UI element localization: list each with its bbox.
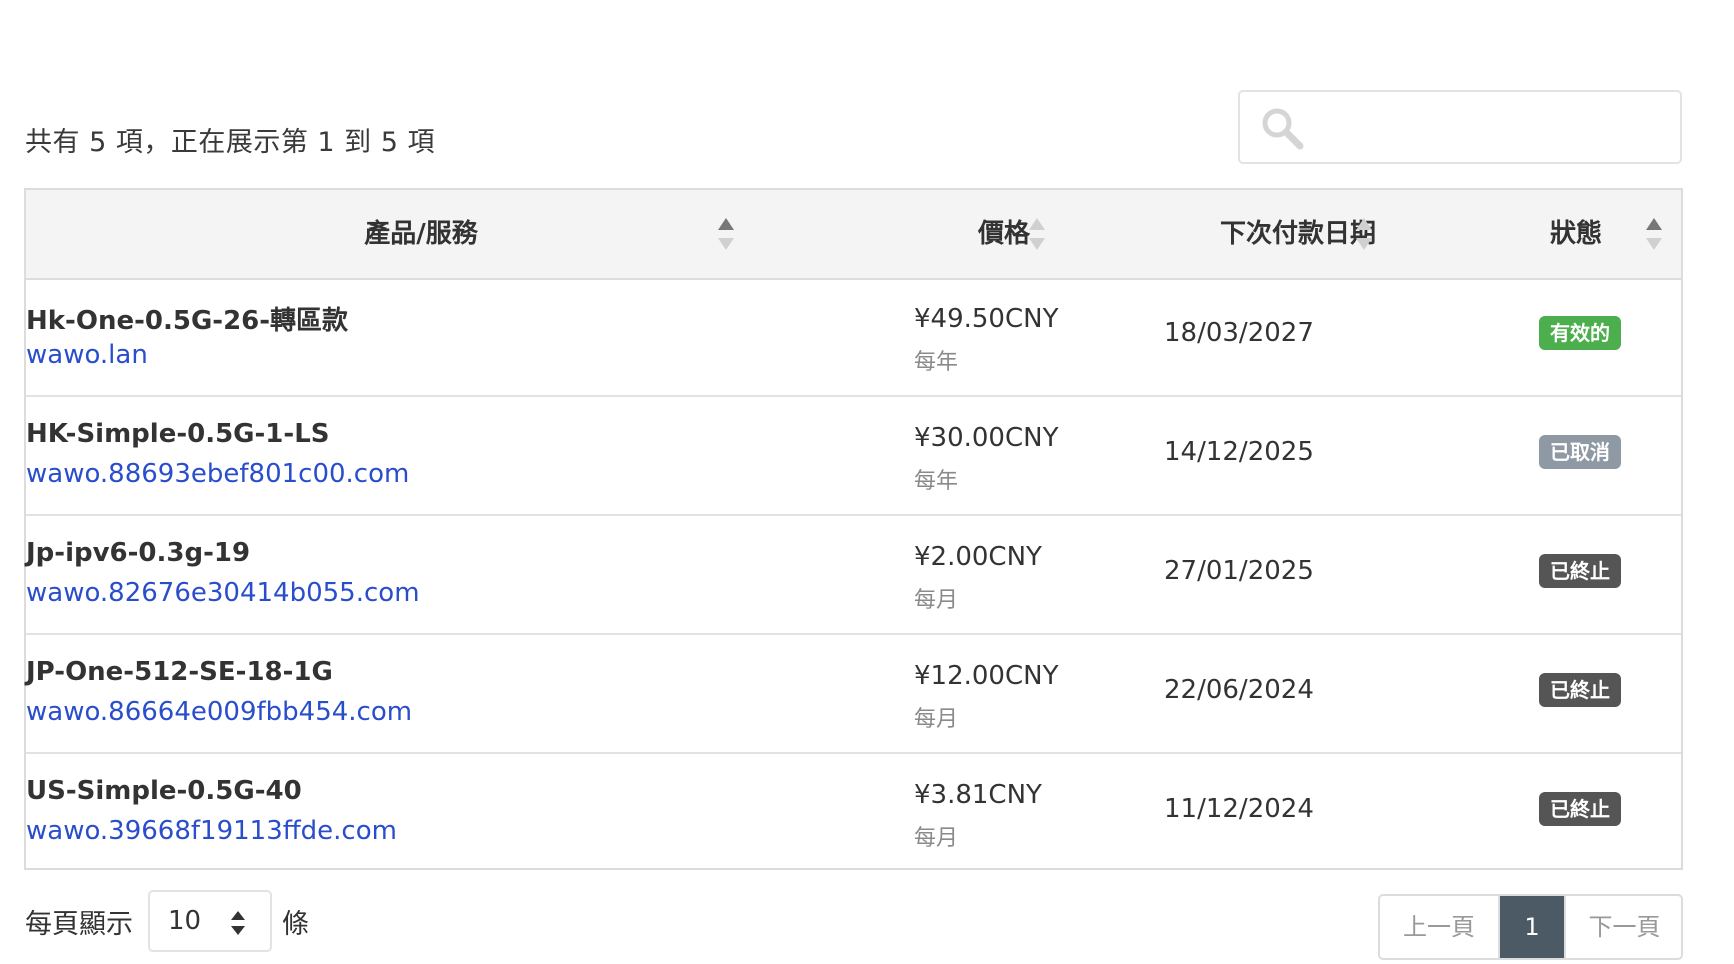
search-icon	[1262, 108, 1304, 150]
next-due-date: 18/03/2027	[1164, 318, 1314, 348]
status-cell: 有效的	[1506, 278, 1636, 395]
column-header-next-due[interactable]: 下次付款日期	[1178, 190, 1418, 278]
per-page-label: 每頁顯示	[25, 909, 133, 940]
table-header: 產品/服務 價格 下次付款日期 狀態	[26, 190, 1681, 280]
product-domain-link[interactable]: wawo.82676e30414b055.com	[26, 578, 914, 608]
price-amount: ¥2.00CNY	[914, 542, 1042, 572]
pagination: 上一頁 1 下一頁	[1378, 894, 1683, 960]
status-cell: 已終止	[1506, 754, 1636, 871]
next-due-date: 11/12/2024	[1164, 794, 1314, 824]
next-page-button[interactable]: 下一頁	[1564, 896, 1681, 958]
column-header-label: 產品/服務	[364, 219, 478, 249]
status-cell: 已終止	[1506, 635, 1636, 752]
per-page-select[interactable]: 10	[148, 890, 272, 952]
column-header-label: 狀態	[1549, 219, 1602, 249]
next-due-date: 27/01/2025	[1164, 556, 1314, 586]
product-name: HK-Simple-0.5G-1-LS	[26, 419, 330, 449]
updown-caret-icon	[231, 911, 245, 935]
column-header-price[interactable]: 價格	[914, 190, 1094, 278]
product-name: Jp-ipv6-0.3g-19	[26, 538, 251, 568]
billing-cycle: 每年	[914, 469, 959, 494]
product-domain-link[interactable]: wawo.86664e009fbb454.com	[26, 697, 914, 727]
sort-arrows-icon[interactable]	[716, 216, 736, 252]
status-badge: 已終止	[1539, 792, 1621, 826]
price-amount: ¥12.00CNY	[914, 661, 1059, 691]
services-table: 產品/服務 價格 下次付款日期 狀態 Hk-One-0.5G-26-轉區款 wa…	[24, 188, 1683, 870]
next-due-date: 14/12/2025	[1164, 437, 1314, 467]
price-amount: ¥30.00CNY	[914, 423, 1059, 453]
product-name: Hk-One-0.5G-26-轉區款	[26, 306, 349, 336]
sort-arrows-icon[interactable]	[1027, 216, 1047, 252]
price-amount: ¥49.50CNY	[914, 304, 1059, 334]
billing-cycle: 每月	[914, 588, 959, 613]
product-name: US-Simple-0.5G-40	[26, 776, 302, 806]
services-list-page: 共有 5 項，正在展示第 1 到 5 項 產品/服務 價格 下次付款日期 狀態 …	[0, 0, 1734, 964]
status-badge: 已終止	[1539, 673, 1621, 707]
table-summary: 共有 5 項，正在展示第 1 到 5 項	[25, 127, 436, 158]
column-header-product[interactable]: 產品/服務	[26, 190, 816, 278]
product-domain-link[interactable]: wawo.88693ebef801c00.com	[26, 459, 914, 489]
table-row[interactable]: HK-Simple-0.5G-1-LS wawo.88693ebef801c00…	[26, 397, 1681, 516]
prev-page-button[interactable]: 上一頁	[1380, 896, 1500, 958]
per-page-suffix: 條	[282, 909, 309, 940]
column-header-label: 價格	[977, 219, 1030, 249]
sort-arrows-icon[interactable]	[1354, 216, 1374, 252]
price-amount: ¥3.81CNY	[914, 780, 1042, 810]
table-row[interactable]: Jp-ipv6-0.3g-19 wawo.82676e30414b055.com…	[26, 516, 1681, 635]
product-name: JP-One-512-SE-18-1G	[26, 657, 333, 687]
product-domain-link[interactable]: wawo.39668f19113ffde.com	[26, 816, 914, 846]
product-domain-link[interactable]: wawo.lan	[26, 340, 914, 370]
status-badge: 有效的	[1539, 316, 1621, 350]
status-cell: 已取消	[1506, 397, 1636, 514]
status-badge: 已終止	[1539, 554, 1621, 588]
status-cell: 已終止	[1506, 516, 1636, 633]
page-1-button[interactable]: 1	[1500, 896, 1564, 958]
per-page-value: 10	[168, 906, 202, 936]
billing-cycle: 每年	[914, 350, 959, 375]
next-due-date: 22/06/2024	[1164, 675, 1314, 705]
status-badge: 已取消	[1539, 435, 1621, 469]
search-box[interactable]	[1238, 90, 1682, 164]
search-input[interactable]	[1320, 92, 1674, 164]
column-header-label: 下次付款日期	[1219, 219, 1376, 249]
table-row[interactable]: US-Simple-0.5G-40 wawo.39668f19113ffde.c…	[26, 754, 1681, 871]
table-row[interactable]: Hk-One-0.5G-26-轉區款 wawo.lan ¥49.50CNY 每年…	[26, 278, 1681, 397]
column-header-status[interactable]: 狀態	[1516, 190, 1636, 278]
table-row[interactable]: JP-One-512-SE-18-1G wawo.86664e009fbb454…	[26, 635, 1681, 754]
billing-cycle: 每月	[914, 707, 959, 732]
billing-cycle: 每月	[914, 826, 959, 851]
sort-arrows-icon[interactable]	[1644, 216, 1664, 252]
